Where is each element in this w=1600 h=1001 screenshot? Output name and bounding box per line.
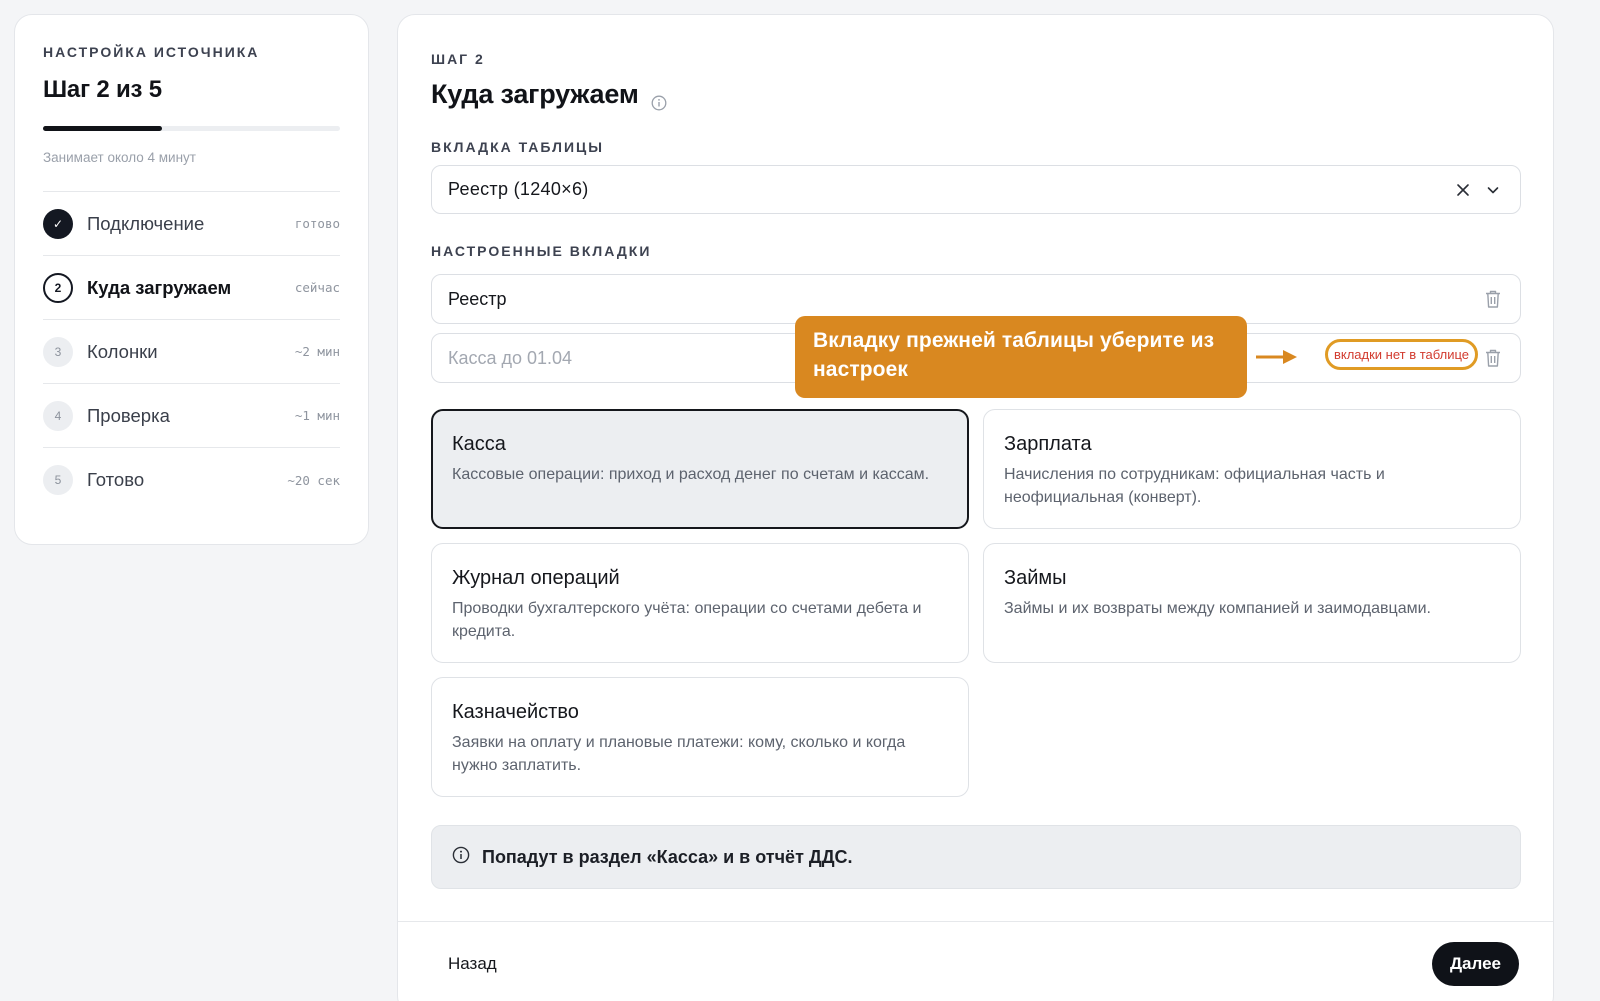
step-item-destination[interactable]: 2 Куда загружаем сейчас [43,256,340,320]
step-meta: ~2 мин [294,344,340,359]
main-panel: ШАГ 2 Куда загружаем ВКЛАДКА ТАБЛИЦЫ Рее… [397,14,1554,1001]
category-card-salary[interactable]: Зарплата Начисления по сотрудникам: офиц… [983,409,1521,529]
card-title: Касса [452,433,506,455]
page-title-text: Куда загружаем [431,79,639,109]
step-number: 2 [43,272,73,303]
close-icon[interactable] [1452,179,1474,201]
step-label: Куда загружаем [87,276,232,298]
configured-tab-name: Реестр [448,288,507,309]
check-icon: ✓ [43,208,73,239]
step-meta: сейчас [294,280,340,295]
duration-text: Занимает около 4 минут [43,150,340,192]
category-card-kassa[interactable]: Касса Кассовые операции: приход и расход… [431,409,969,529]
step-eyebrow: ШАГ 2 [431,51,485,67]
progress-fill [43,126,162,131]
callout-tooltip: Вкладку прежней таблицы уберите из настр… [795,316,1247,398]
step-number: 5 [43,465,73,495]
step-label: Колонки [87,340,158,362]
card-title: Журнал операций [452,567,620,589]
progress-bar [43,126,340,131]
card-title: Зарплата [1004,433,1092,455]
card-title: Займы [1004,567,1067,589]
step-item-columns[interactable]: 3 Колонки ~2 мин [43,320,340,384]
step-item-done[interactable]: 5 Готово ~20 сек [43,448,340,512]
tab-select-value: Реестр (1240×6) [448,179,589,199]
sidebar-eyebrow: НАСТРОЙКА ИСТОЧНИКА [43,44,260,60]
card-description: Начисления по сотрудникам: официальная ч… [1004,466,1385,506]
footer: Назад Далее [398,921,1553,1001]
trash-icon[interactable] [1482,288,1504,310]
arrow-right-icon [1256,350,1297,364]
step-label: Подключение [87,212,205,234]
step-meta: ~20 сек [287,472,340,488]
category-card-journal[interactable]: Журнал операций Проводки бухгалтерского … [431,543,969,663]
trash-icon[interactable] [1482,347,1504,369]
card-description: Проводки бухгалтерского учёта: операции … [452,600,922,640]
step-label: Готово [87,469,145,490]
step-item-check[interactable]: 4 Проверка ~1 мин [43,384,340,448]
card-description: Заявки на оплату и плановые платежи: ком… [452,734,906,774]
category-card-treasury[interactable]: Казначейство Заявки на оплату и плановые… [431,677,969,797]
missing-tab-badge: вкладки нет в таблице [1324,339,1478,370]
next-button[interactable]: Далее [1431,942,1519,986]
card-description: Займы и их возвраты между компанией и за… [1004,600,1431,617]
tab-select[interactable]: Реестр (1240×6) [431,165,1521,214]
card-title: Казначейство [452,701,579,723]
step-meta: готово [294,216,340,231]
sidebar: НАСТРОЙКА ИСТОЧНИКА Шаг 2 из 5 Занимает … [14,14,369,545]
info-icon[interactable] [651,87,667,110]
step-meta: ~1 мин [294,408,340,423]
step-label: Проверка [87,404,170,426]
step-list: ✓ Подключение готово 2 Куда загружаем се… [43,192,340,512]
info-icon [452,846,470,869]
sidebar-title: Шаг 2 из 5 [43,76,162,103]
category-card-loans[interactable]: Займы Займы и их возвраты между компание… [983,543,1521,663]
step-number: 3 [43,336,73,367]
card-description: Кассовые операции: приход и расход денег… [452,466,930,483]
hint-text: Попадут в раздел «Касса» и в отчёт ДДС. [482,846,853,867]
tab-section-label: ВКЛАДКА ТАБЛИЦЫ [431,139,604,155]
step-item-connection[interactable]: ✓ Подключение готово [43,192,340,256]
chevron-down-icon[interactable] [1482,179,1504,201]
page-title: Куда загружаем [431,79,667,110]
back-button[interactable]: Назад [448,954,497,974]
hint-box: Попадут в раздел «Касса» и в отчёт ДДС. [431,825,1521,889]
step-number: 4 [43,400,73,431]
configured-section-label: НАСТРОЕННЫЕ ВКЛАДКИ [431,243,652,259]
